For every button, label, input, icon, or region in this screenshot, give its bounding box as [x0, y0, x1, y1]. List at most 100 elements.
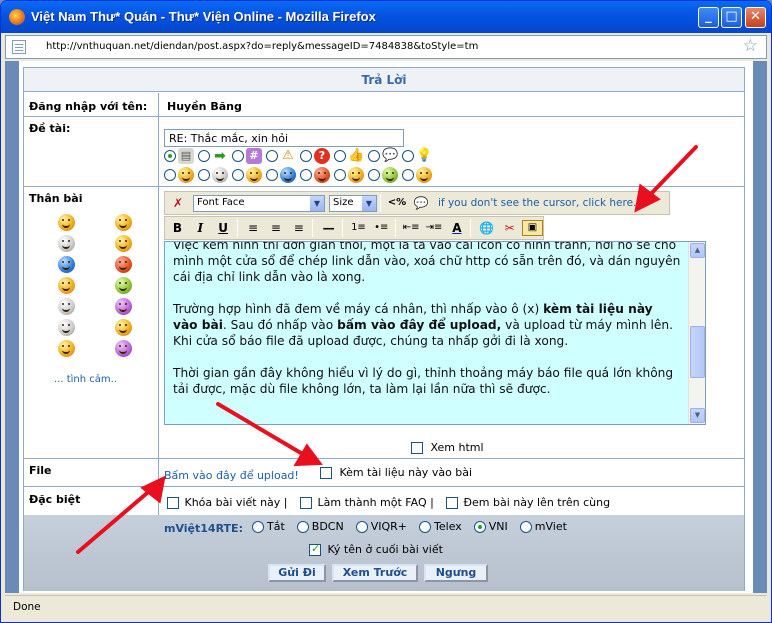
post-icon-row-1: ▤ ➡ # ⚠ ? 👍 💬 💡 [164, 148, 436, 164]
laugh-icon[interactable] [58, 277, 75, 294]
post-icon-radio[interactable] [266, 169, 278, 181]
post-icon-radio[interactable] [300, 169, 312, 181]
preview-button[interactable]: Xem Trước [332, 564, 418, 582]
sad-icon[interactable] [58, 256, 75, 273]
outdent-icon[interactable]: ⇤≡ [401, 218, 422, 238]
pin-toggle[interactable]: Đem bài này lên trên cùng [446, 496, 610, 509]
link-globe-icon[interactable]: 🌐 [476, 218, 497, 238]
lock-toggle[interactable]: Khóa bài viết này | [167, 496, 288, 509]
shocked-icon[interactable] [58, 319, 75, 336]
text-color-icon[interactable]: A [446, 218, 467, 238]
grin-icon[interactable] [115, 214, 132, 231]
rte-radio[interactable] [473, 520, 486, 533]
rich-text-editor[interactable]: Việc kèm hình thì đơn giản thôi, một là … [164, 241, 706, 425]
subject-input[interactable]: RE: Thắc mắc, xin hỏi [164, 129, 404, 147]
surprised-icon[interactable] [115, 319, 132, 336]
html-source-icon[interactable]: <% [386, 193, 408, 213]
smile-icon [178, 167, 194, 183]
post-icon-radio[interactable] [164, 150, 176, 162]
close-button[interactable]: ✕ [745, 7, 766, 28]
sick-icon[interactable] [115, 277, 132, 294]
laugh-icon [348, 167, 364, 183]
post-icon-radio[interactable] [402, 169, 414, 181]
view-html-checkbox[interactable] [411, 442, 423, 454]
address-bar[interactable]: http://vnthuquan.net/diendan/post.aspx?d… [5, 35, 767, 59]
post-icon-radio[interactable] [368, 169, 380, 181]
title-bar[interactable]: Việt Nam Thư* Quán - Thư* Viện Online - … [1, 1, 771, 33]
underline-button[interactable]: U [213, 218, 234, 238]
editor-content[interactable]: Việc kèm hình thì đơn giản thôi, một là … [173, 242, 681, 413]
align-left-icon[interactable]: ≡ [243, 218, 264, 238]
rte-radio[interactable] [355, 520, 368, 533]
align-right-icon[interactable]: ≡ [288, 218, 309, 238]
angry-icon[interactable] [115, 256, 132, 273]
rte-option[interactable]: VIQR+ [355, 520, 407, 533]
horizontal-rule-icon[interactable]: — [318, 218, 339, 238]
editor-scrollbar[interactable]: ▲ ▼ [688, 242, 705, 424]
rte-radio[interactable] [519, 520, 532, 533]
bold-button[interactable]: B [167, 218, 188, 238]
align-center-icon[interactable]: ≡ [265, 218, 286, 238]
post-icon-radio[interactable] [198, 150, 210, 162]
rte-option[interactable]: Tắt [252, 520, 285, 533]
indent-icon[interactable]: ⇥≡ [424, 218, 445, 238]
faq-checkbox[interactable] [300, 497, 312, 509]
rte-radio[interactable] [419, 520, 432, 533]
scroll-up-icon[interactable]: ▲ [690, 243, 705, 258]
url-text[interactable]: http://vnthuquan.net/diendan/post.aspx?d… [46, 41, 478, 52]
more-emoticons-link[interactable]: ... tình cảm.. [54, 374, 117, 385]
rte-radio[interactable] [252, 520, 264, 533]
post-icon-radio[interactable] [164, 169, 176, 181]
upload-link[interactable]: Bấm vào đây để upload! [164, 469, 299, 482]
smile-icon[interactable] [58, 214, 75, 231]
post-icon-radio[interactable] [198, 169, 210, 181]
clear-format-icon[interactable]: ✗ [167, 193, 189, 213]
rte-radio[interactable] [296, 520, 309, 533]
font-face-select[interactable]: Font Face ▼ [193, 194, 325, 212]
insert-image-icon[interactable]: ▣ [522, 220, 543, 236]
pin-checkbox[interactable] [446, 497, 458, 509]
cool-icon[interactable] [58, 235, 75, 252]
signature-toggle[interactable]: Ký tên ở cuối bài viết [309, 542, 443, 556]
speech-icon[interactable]: 💬 [410, 193, 432, 213]
post-icon-radio[interactable] [232, 169, 244, 181]
maximize-button[interactable]: □ [721, 7, 742, 28]
post-icon-radio[interactable] [334, 169, 346, 181]
post-icon-radio[interactable] [402, 150, 414, 162]
editor-paragraph-3: Thời gian gần đây không hiểu vì lý do gì… [173, 366, 674, 396]
ordered-list-icon[interactable]: 1≡ [348, 218, 369, 238]
cursor-hint[interactable]: if you don't see the cursor, click here. [438, 197, 636, 209]
unordered-list-icon[interactable]: •≡ [371, 218, 392, 238]
blush-icon[interactable] [115, 340, 132, 357]
rte-option[interactable]: Telex [419, 520, 462, 533]
confused-icon[interactable] [58, 298, 75, 315]
italic-button[interactable]: I [190, 218, 211, 238]
post-icon-radio[interactable] [334, 150, 346, 162]
minimize-button[interactable]: _ [698, 7, 719, 28]
post-icon-radio[interactable] [368, 150, 380, 162]
rte-option[interactable]: BDCN [296, 520, 344, 533]
lock-checkbox[interactable] [167, 497, 179, 509]
rte-option-label: Tắt [267, 520, 285, 533]
nerd-icon[interactable] [58, 340, 75, 357]
wink-icon[interactable] [115, 235, 132, 252]
rte-option[interactable]: VNI [473, 520, 508, 533]
faq-toggle[interactable]: Làm thành một FAQ | [300, 496, 434, 509]
scroll-thumb[interactable] [690, 326, 705, 378]
post-icon-radio[interactable] [266, 150, 278, 162]
rte-option[interactable]: mViet [519, 520, 567, 533]
font-size-select[interactable]: Size ▼ [329, 194, 377, 212]
devil-icon[interactable] [115, 298, 132, 315]
scroll-down-icon[interactable]: ▼ [690, 408, 705, 423]
cancel-button[interactable]: Ngưng [424, 564, 488, 582]
signature-checkbox[interactable] [309, 542, 321, 556]
view-html-toggle[interactable]: Xem html [411, 441, 484, 454]
attach-checkbox[interactable] [320, 467, 332, 479]
post-icon-radio[interactable] [300, 150, 312, 162]
bookmark-star-icon[interactable]: ☆ [743, 36, 758, 56]
editor-toolbar-top: ✗ Font Face ▼ Size ▼ <% 💬 if you don't see… [164, 191, 670, 215]
post-icon-radio[interactable] [232, 150, 244, 162]
unlink-icon[interactable]: ✂ [499, 218, 520, 238]
submit-button[interactable]: Gửi Đi [268, 564, 326, 582]
attach-toggle[interactable]: Kèm tài liệu này vào bài [320, 466, 472, 479]
